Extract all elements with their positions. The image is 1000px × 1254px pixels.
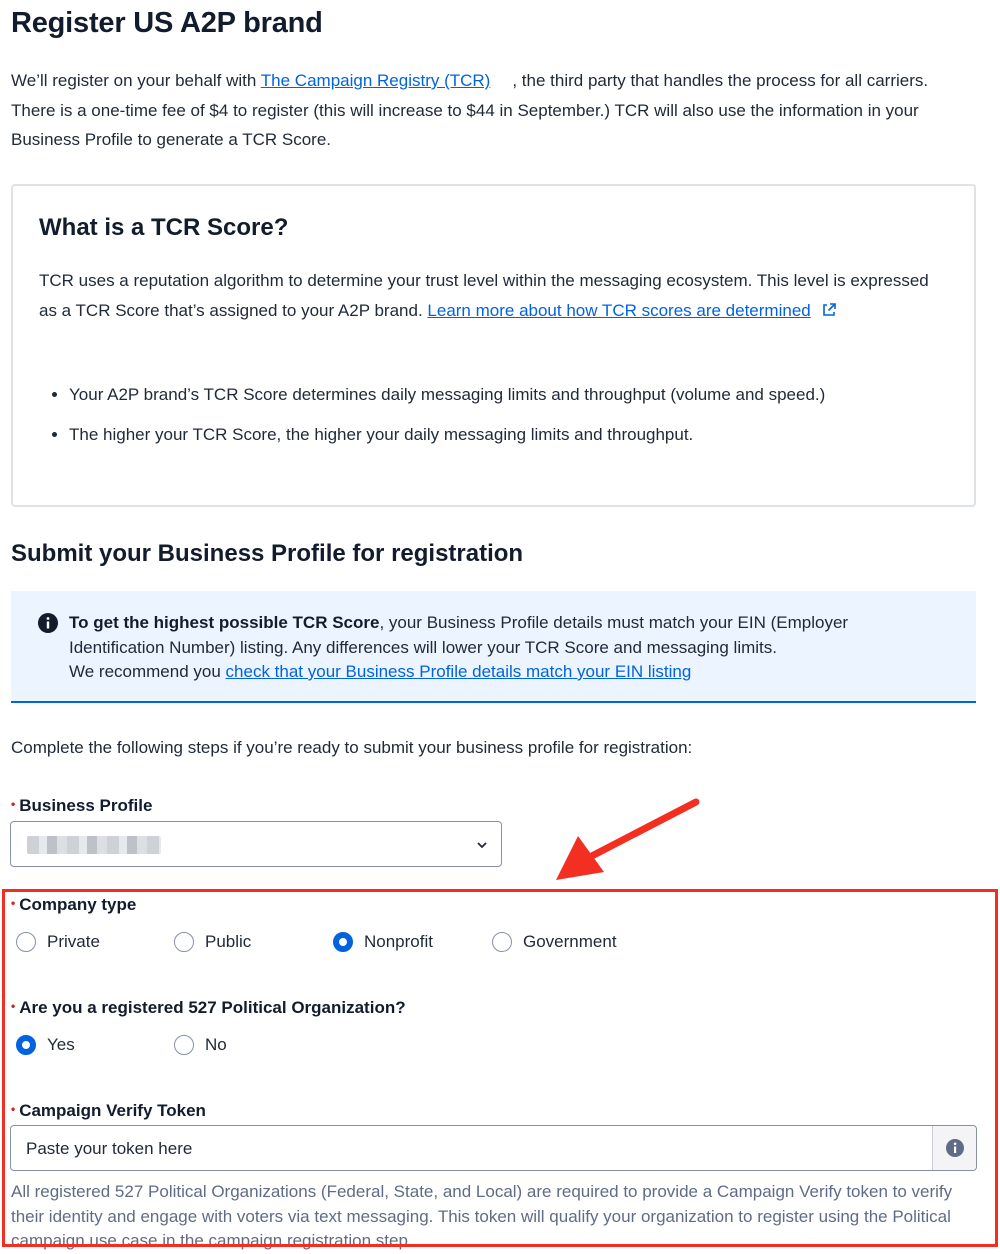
radio-label: Government bbox=[523, 932, 617, 951]
radio-label: Nonprofit bbox=[364, 932, 433, 951]
tcr-score-description: TCR uses a reputation algorithm to deter… bbox=[39, 266, 939, 325]
external-link-icon[interactable] bbox=[821, 302, 837, 318]
tcr-link[interactable]: The Campaign Registry (TCR) bbox=[261, 71, 491, 90]
token-info-button[interactable] bbox=[932, 1126, 976, 1170]
campaign-token-input[interactable]: Paste your token here bbox=[10, 1125, 977, 1171]
radio-label: Private bbox=[47, 932, 100, 951]
radio-label: Yes bbox=[47, 1035, 75, 1054]
radio-button-selected[interactable] bbox=[333, 932, 353, 952]
radio-label: No bbox=[205, 1035, 227, 1054]
info-callout-text: To get the highest possible TCR Score, y… bbox=[69, 611, 929, 685]
redacted-value bbox=[27, 836, 161, 854]
campaign-token-label-text: Campaign Verify Token bbox=[19, 1101, 206, 1120]
submit-section-title: Submit your Business Profile for registr… bbox=[11, 540, 524, 567]
ein-check-link[interactable]: check that your Business Profile details… bbox=[226, 662, 692, 681]
campaign-token-placeholder: Paste your token here bbox=[26, 1139, 193, 1158]
tcr-score-title: What is a TCR Score? bbox=[39, 214, 289, 241]
list-item: The higher your TCR Score, the higher yo… bbox=[69, 423, 825, 447]
radio-button[interactable] bbox=[174, 1035, 194, 1055]
intro-paragraph: We’ll register on your behalf with The C… bbox=[11, 66, 971, 155]
campaign-token-help: All registered 527 Political Organizatio… bbox=[11, 1182, 953, 1250]
business-profile-label-text: Business Profile bbox=[19, 796, 153, 815]
tcr-score-bullets: Your A2P brand’s TCR Score determines da… bbox=[39, 383, 825, 463]
info-icon bbox=[38, 613, 58, 633]
info-callout-bold: To get the highest possible TCR Score bbox=[69, 613, 380, 632]
radio-button-selected[interactable] bbox=[16, 1035, 36, 1055]
radio-label: Public bbox=[205, 932, 252, 951]
business-profile-label: • Business Profile bbox=[11, 792, 152, 818]
tcr-score-card: What is a TCR Score? TCR uses a reputati… bbox=[11, 184, 976, 507]
info-callout: To get the highest possible TCR Score, y… bbox=[11, 591, 976, 703]
chevron-down-icon bbox=[477, 842, 487, 849]
required-indicator: • bbox=[11, 797, 16, 811]
radio-private[interactable]: Private bbox=[16, 930, 100, 954]
radio-button[interactable] bbox=[174, 932, 194, 952]
political-org-label: • Are you a registered 527 Political Orga… bbox=[11, 994, 406, 1020]
campaign-token-label: • Campaign Verify Token bbox=[11, 1097, 206, 1123]
radio-government[interactable]: Government bbox=[492, 930, 617, 954]
required-indicator: • bbox=[11, 896, 16, 910]
company-type-label-text: Company type bbox=[19, 895, 137, 914]
radio-nonprofit[interactable]: Nonprofit bbox=[333, 930, 433, 954]
radio-yes[interactable]: Yes bbox=[16, 1033, 75, 1057]
annotation-arrow-icon bbox=[556, 798, 700, 880]
required-indicator: • bbox=[11, 1102, 16, 1116]
intro-text: We’ll register on your behalf with bbox=[11, 71, 261, 90]
company-type-label: • Company type bbox=[11, 891, 136, 917]
radio-button[interactable] bbox=[16, 932, 36, 952]
political-org-label-text: Are you a registered 527 Political Organ… bbox=[19, 998, 406, 1017]
list-item: Your A2P brand’s TCR Score determines da… bbox=[69, 383, 825, 407]
radio-public[interactable]: Public bbox=[174, 930, 251, 954]
steps-instruction: Complete the following steps if you’re r… bbox=[11, 738, 693, 757]
radio-button[interactable] bbox=[492, 932, 512, 952]
page-title: Register US A2P brand bbox=[11, 7, 323, 39]
learn-more-tcr-link[interactable]: Learn more about how TCR scores are dete… bbox=[427, 301, 810, 320]
info-callout-recommend: We recommend you bbox=[69, 662, 226, 681]
required-indicator: • bbox=[11, 999, 16, 1013]
business-profile-select[interactable] bbox=[10, 821, 502, 867]
info-icon[interactable] bbox=[945, 1138, 965, 1158]
radio-no[interactable]: No bbox=[174, 1033, 227, 1057]
